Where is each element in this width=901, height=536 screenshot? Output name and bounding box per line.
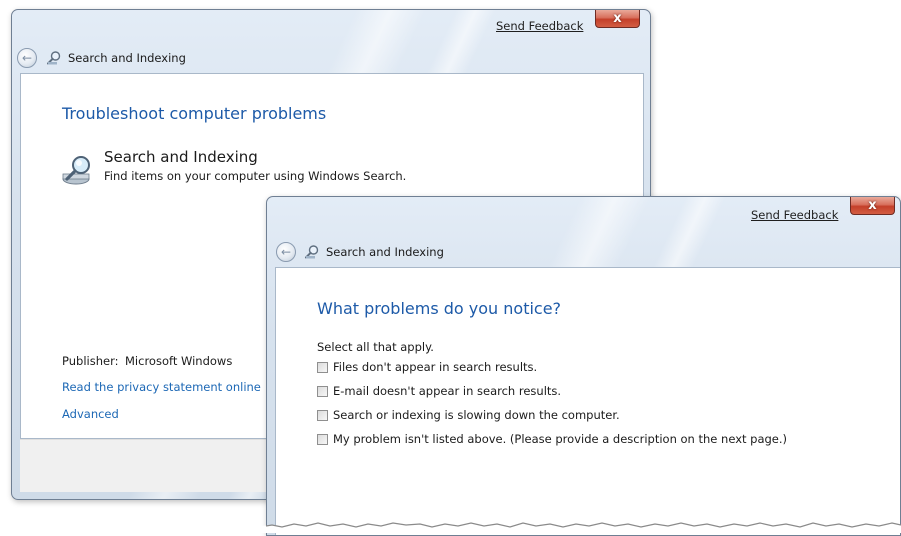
troubleshooter-item-title[interactable]: Search and Indexing (104, 148, 258, 166)
publisher-label: Publisher: (62, 354, 119, 368)
send-feedback-link[interactable]: Send Feedback (751, 208, 838, 222)
page-title: Troubleshoot computer problems (62, 104, 327, 123)
option-label: My problem isn't listed above. (Please p… (333, 432, 788, 446)
option-label: Search or indexing is slowing down the c… (333, 408, 620, 422)
content-area: What problems do you notice? Select all … (275, 267, 900, 535)
checkbox[interactable] (317, 409, 328, 421)
search-icon (47, 51, 61, 65)
option-not-listed[interactable]: My problem isn't listed above. (Please p… (317, 432, 787, 446)
troubleshooter-item-description: Find items on your computer using Window… (104, 169, 407, 183)
option-label: Files don't appear in search results. (333, 360, 538, 374)
torn-edge (260, 522, 901, 533)
option-label: E-mail doesn't appear in search results. (333, 384, 562, 398)
window-title-text: Search and Indexing (326, 245, 444, 259)
privacy-statement-link[interactable]: Read the privacy statement online (62, 380, 261, 394)
window-title: Search and Indexing (304, 244, 444, 260)
checkbox[interactable] (317, 361, 328, 373)
advanced-link[interactable]: Advanced (62, 407, 119, 421)
window-title-text: Search and Indexing (68, 51, 186, 65)
close-icon: x (868, 198, 877, 213)
back-arrow-icon: ← (280, 245, 292, 259)
back-arrow-icon: ← (21, 51, 33, 65)
checkbox[interactable] (317, 433, 328, 445)
back-button[interactable]: ← (17, 48, 37, 68)
instructions-text: Select all that apply. (317, 340, 434, 354)
search-icon (305, 245, 319, 259)
publisher-value: Microsoft Windows (125, 354, 233, 368)
back-button[interactable]: ← (276, 242, 296, 262)
option-files-not-in-results[interactable]: Files don't appear in search results. (317, 360, 537, 374)
option-email-not-in-results[interactable]: E-mail doesn't appear in search results. (317, 384, 561, 398)
close-icon: x (613, 11, 622, 26)
troubleshooter-window-front: Send Feedback x ← Search and Indexing Wh… (266, 196, 901, 536)
close-button[interactable]: x (850, 197, 895, 215)
page-title: What problems do you notice? (317, 299, 562, 318)
send-feedback-link[interactable]: Send Feedback (496, 19, 583, 33)
close-button[interactable]: x (595, 10, 640, 28)
window-title: Search and Indexing (46, 50, 186, 66)
search-indexing-icon (62, 156, 90, 185)
option-slowing-down[interactable]: Search or indexing is slowing down the c… (317, 408, 620, 422)
checkbox[interactable] (317, 385, 328, 397)
